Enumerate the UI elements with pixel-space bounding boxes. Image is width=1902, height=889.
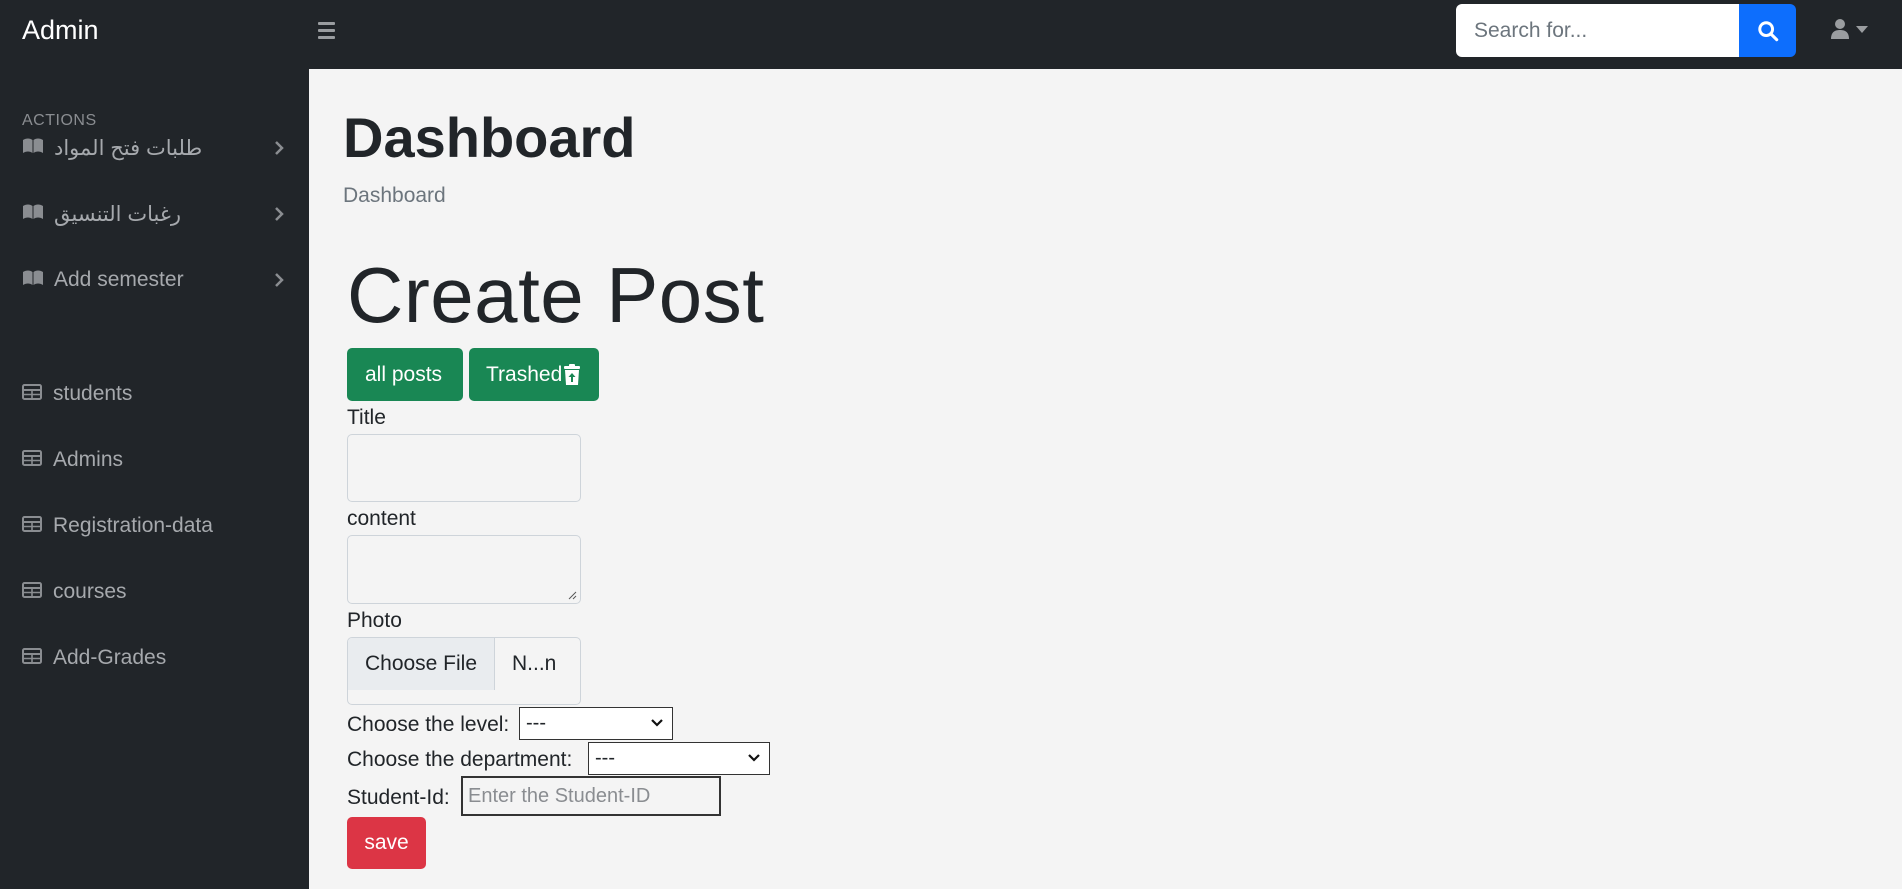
sidebar-item-students[interactable]: students [0, 369, 309, 421]
search-button[interactable] [1739, 4, 1796, 57]
chevron-down-icon [651, 719, 663, 727]
content-textarea[interactable] [347, 535, 581, 604]
book-icon [23, 270, 43, 285]
sidebar-item-label: طلبات فتح المواد [54, 137, 203, 160]
sidebar-item-label: رغبات التنسيق [54, 203, 181, 226]
top-navbar: Admin [0, 0, 1902, 69]
table-icon [22, 582, 42, 598]
form-heading: Create Post [347, 251, 765, 339]
sidebar-item-admins[interactable]: Admins [0, 435, 309, 487]
sidebar: ACTIONS طلبات فتح المواد رغبات التنسيق A… [0, 69, 309, 889]
search-form [1456, 4, 1796, 57]
sidebar-item-add-semester[interactable]: Add semester [0, 255, 309, 307]
all-posts-button[interactable]: all posts [347, 348, 463, 401]
sidebar-item-subject-requests[interactable]: طلبات فتح المواد [0, 123, 309, 175]
resize-handle-icon[interactable] [567, 590, 577, 600]
all-posts-label: all posts [365, 362, 443, 386]
user-icon [1831, 19, 1849, 39]
sidebar-item-label: Add-Grades [53, 646, 167, 669]
choose-file-button[interactable]: Choose File [348, 638, 495, 690]
sidebar-item-label: students [53, 382, 133, 405]
search-icon [1757, 20, 1778, 41]
table-icon [22, 516, 42, 532]
trashed-label: Trashed [486, 362, 563, 386]
content-label: content [347, 507, 416, 530]
photo-label: Photo [347, 609, 402, 632]
department-selected-value: --- [595, 747, 615, 769]
table-icon [22, 384, 42, 400]
chevron-right-icon [275, 273, 284, 287]
photo-file-input[interactable]: Choose File N...n [347, 637, 581, 705]
search-input[interactable] [1456, 4, 1739, 57]
chevron-down-icon [1856, 25, 1868, 33]
sidebar-item-label: Registration-data [53, 514, 213, 537]
department-label: Choose the department: [347, 748, 573, 771]
trashed-button[interactable]: Trashed [469, 348, 599, 401]
save-button[interactable]: save [347, 817, 426, 869]
trash-restore-icon [564, 363, 581, 385]
sidebar-item-add-grades[interactable]: Add-Grades [0, 633, 309, 685]
chevron-down-icon [748, 754, 760, 762]
page-title: Dashboard [343, 106, 636, 169]
user-menu-dropdown[interactable] [1830, 18, 1868, 40]
sidebar-item-label: courses [53, 580, 127, 603]
title-input[interactable] [347, 434, 581, 502]
chevron-right-icon [275, 141, 284, 155]
title-label: Title [347, 406, 386, 429]
file-name-text: N...n [512, 652, 557, 675]
book-icon [23, 204, 43, 219]
sidebar-item-label: Admins [53, 448, 124, 471]
student-id-input[interactable] [461, 776, 721, 816]
book-icon [23, 138, 43, 153]
student-id-label: Student-Id: [347, 786, 450, 809]
level-label: Choose the level: [347, 713, 510, 736]
brand-logo[interactable]: Admin [22, 15, 99, 46]
sidebar-item-coordination-wishes[interactable]: رغبات التنسيق [0, 189, 309, 241]
sidebar-item-registration-data[interactable]: Registration-data [0, 501, 309, 553]
table-icon [22, 648, 42, 664]
sidebar-toggle-button[interactable] [318, 19, 340, 41]
menu-icon [318, 21, 335, 25]
level-select[interactable]: --- [519, 707, 673, 740]
chevron-right-icon [275, 207, 284, 221]
table-icon [22, 450, 42, 466]
sidebar-item-courses[interactable]: courses [0, 567, 309, 619]
breadcrumb: Dashboard [343, 184, 446, 207]
department-select[interactable]: --- [588, 742, 770, 775]
sidebar-item-label: Add semester [54, 268, 184, 291]
level-selected-value: --- [526, 712, 546, 734]
